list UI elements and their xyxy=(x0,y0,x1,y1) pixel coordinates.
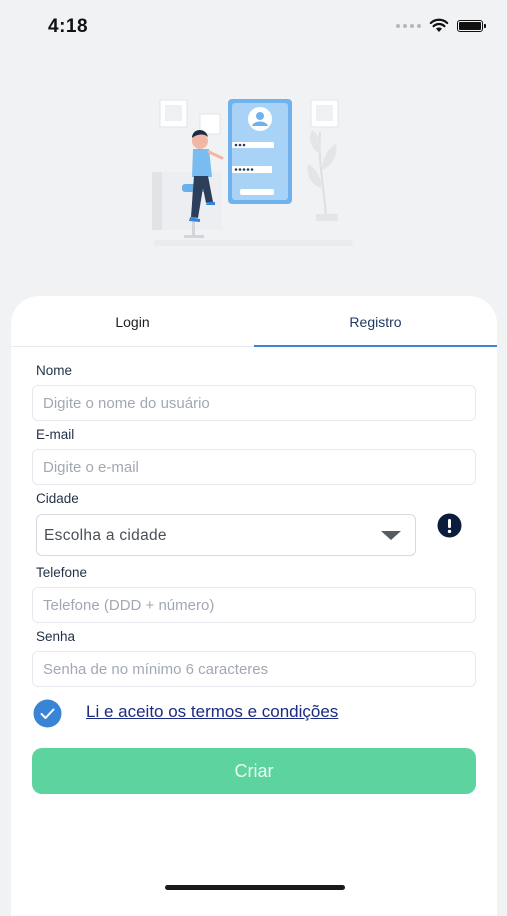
wifi-icon xyxy=(429,18,449,32)
tab-registro[interactable]: Registro xyxy=(254,296,497,346)
password-label: Senha xyxy=(36,629,76,644)
phone-input[interactable] xyxy=(32,587,476,623)
password-input[interactable] xyxy=(32,651,476,687)
chevron-down-icon xyxy=(381,531,401,540)
alert-icon[interactable] xyxy=(437,513,462,538)
terms-link[interactable]: Li e aceito os termos e condições xyxy=(86,702,338,722)
create-button[interactable]: Criar xyxy=(32,748,476,794)
name-label: Nome xyxy=(36,363,73,378)
home-indicator xyxy=(165,885,345,890)
auth-tabs: Login Registro xyxy=(11,296,497,347)
battery-icon xyxy=(457,19,486,32)
email-input[interactable] xyxy=(32,449,476,485)
tab-login[interactable]: Login xyxy=(11,296,254,346)
cellular-signal-icon xyxy=(396,23,421,28)
email-label: E-mail xyxy=(36,427,75,442)
active-tab-indicator xyxy=(254,345,497,347)
name-input[interactable] xyxy=(32,385,476,421)
status-icons xyxy=(396,18,486,33)
city-label: Cidade xyxy=(36,491,79,506)
phone-label: Telefone xyxy=(36,565,88,580)
registration-card: Login Registro Nome E-mail Cidade Escolh… xyxy=(11,296,497,916)
login-illustration xyxy=(152,99,353,246)
city-select-value: Escolha a cidade xyxy=(44,527,167,544)
terms-checkbox[interactable] xyxy=(33,699,62,728)
city-select[interactable]: Escolha a cidade xyxy=(36,514,416,556)
status-time: 4:18 xyxy=(48,16,89,37)
status-bar: 4:18 xyxy=(0,0,507,54)
